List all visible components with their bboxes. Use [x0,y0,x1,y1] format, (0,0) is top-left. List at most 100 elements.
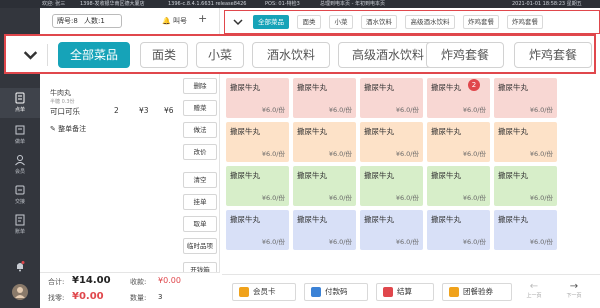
count-value: 3 [158,293,163,301]
partial-item-sub: 半糖 0.3份 [50,99,75,105]
product-name: 撒尿牛丸 [364,83,394,92]
product-price: ¥6.0/份 [395,106,419,114]
order-note[interactable]: ✎ 整单备注 [50,124,86,134]
product-price: ¥6.0/份 [261,194,285,202]
sidebar-item-label: 会员 [14,169,25,175]
avatar[interactable] [0,280,40,304]
member-card-button[interactable]: 会员卡 [232,283,296,301]
product-name: 撒尿牛丸 [364,127,394,136]
member-card-icon [239,287,249,297]
category-noodles[interactable]: 面类 [297,15,321,29]
version-text: 1396-c.8.4.1.6631 release8426 [168,1,247,7]
category-premium-drinks[interactable]: 高级酒水饮料 [405,15,455,29]
bill-icon [15,214,25,226]
add-button[interactable]: + [198,12,207,25]
product-name: 撒尿牛丸 [230,171,260,180]
status-bar: 欢迎: 张三 1398-发收银华南区德大厦店 1396-c.8.4.1.6631… [0,0,600,8]
sidebar-item-handover[interactable]: 交接 [0,180,40,210]
checkout-button[interactable]: 结算 [376,283,434,301]
product-name: 撒尿牛丸 [431,171,461,180]
product-price: ¥6.0/份 [328,106,352,114]
product-price: ¥6.0/份 [529,150,553,158]
prev-page-button[interactable]: ← 上一页 [522,281,546,305]
change-value: ¥0.00 [72,291,104,302]
sidebar-item-member[interactable]: 会员 [0,150,40,180]
sidebar-bell[interactable] [0,256,40,278]
product-tile[interactable]: 撒尿牛丸 ¥6.0/份 [226,210,289,250]
product-name: 撒尿牛丸 [297,171,327,180]
order-icon [15,92,25,104]
product-tile[interactable]: 撒尿牛丸 ¥6.0/份 [360,166,423,206]
next-page-button[interactable]: → 下一页 [562,281,586,305]
product-tile[interactable]: 撒尿牛丸 ¥6.0/份 [494,166,557,206]
product-tile[interactable]: 撒尿牛丸 ¥6.0/份 [226,78,289,118]
category-fried-chicken[interactable]: 炸鸡套餐 [463,15,499,29]
arrow-right-icon: → [569,281,579,292]
table-number: 牌号:8 [57,17,78,25]
call-number-button[interactable]: 🔔 叫号 [162,16,187,26]
order-item-name[interactable]: 可口可乐 [50,106,80,117]
sidebar-item-order[interactable]: 点单 [0,88,40,118]
product-name: 撒尿牛丸 [297,215,327,224]
welcome-text: 欢迎: 张三 [42,1,66,7]
gift-button[interactable]: 赠菜 [183,100,217,116]
product-tile[interactable]: 撒尿牛丸 ¥6.0/份 [360,122,423,162]
sidebar-item-bill[interactable]: 账单 [0,210,40,240]
hold-order-button[interactable]: 挂单 [183,194,217,210]
category-fried-chicken-big[interactable]: 炸鸡套餐 [426,42,504,68]
product-tile[interactable]: 撒尿牛丸 ¥6.0/份 [494,78,557,118]
sidebar-item-list[interactable]: 做单 [0,120,40,150]
store-text: 1398-发收银华南区德大厦店 [80,1,145,7]
product-price: ¥6.0/份 [529,238,553,246]
product-name: 撒尿牛丸 [364,171,394,180]
product-tile[interactable]: 撒尿牛丸 ¥6.0/份 [360,78,423,118]
product-name: 撒尿牛丸 [498,83,528,92]
category-all[interactable]: 全部菜品 [253,15,289,29]
clear-button[interactable]: 清空 [183,172,217,188]
category-drinks-big[interactable]: 酒水饮料 [252,42,330,68]
product-name: 撒尿牛丸 [498,171,528,180]
coupon-button[interactable]: 团餐验券 [442,283,512,301]
table-guest-field[interactable]: 牌号:8 人数:1 [52,14,122,28]
change-price-button[interactable]: 改价 [183,144,217,160]
checkout-icon [383,287,393,297]
product-tile[interactable]: 撒尿牛丸 ¥6.0/份 [427,122,490,162]
chevron-down-icon[interactable] [230,15,246,29]
product-price: ¥6.0/份 [462,150,486,158]
retrieve-order-button[interactable]: 取单 [183,216,217,232]
category-bar: 全部菜品 面类 小菜 酒水饮料 高级酒水饮料 炸鸡套餐 炸鸡套餐 [224,10,600,34]
product-tile[interactable]: 撒尿牛丸 ¥6.0/份 [427,210,490,250]
chevron-down-icon[interactable] [14,44,48,66]
category-noodles-big[interactable]: 面类 [140,42,188,68]
product-tile[interactable]: 撒尿牛丸 ¥6.0/份 [427,166,490,206]
product-tile[interactable]: 撒尿牛丸 ¥6.0/份 [494,122,557,162]
product-tile[interactable]: 撒尿牛丸 ¥6.0/份 [226,166,289,206]
handover-icon [15,185,25,195]
category-all-big[interactable]: 全部菜品 [58,42,130,68]
product-tile[interactable]: 撒尿牛丸 ¥6.0/份 [360,210,423,250]
avatar-icon [12,284,28,300]
method-button[interactable]: 做法 [183,122,217,138]
category-fried-chicken-2[interactable]: 炸鸡套餐 [507,15,543,29]
product-tile[interactable]: 撒尿牛丸 ¥6.0/份 [494,210,557,250]
product-tile[interactable]: 撒尿牛丸 ¥6.0/份 [293,78,356,118]
totals-panel: 合计: ¥14.00 收款: ¥0.00 找零: ¥0.00 数量: 3 [40,272,220,308]
category-premium-drinks-big[interactable]: 高级酒水饮料 [338,42,438,68]
product-tile[interactable]: 撒尿牛丸 ¥6.0/份 [293,166,356,206]
temp-item-button[interactable]: 临时品项 [183,238,217,254]
pay-code-button[interactable]: 付款码 [304,283,368,301]
product-tile[interactable]: 撒尿牛丸 ¥6.0/份 [226,122,289,162]
category-drinks[interactable]: 酒水饮料 [361,15,397,29]
bell-small-icon: 🔔 [162,17,171,25]
product-tile[interactable]: 撒尿牛丸 ¥6.0/份 [293,210,356,250]
product-name: 撒尿牛丸 [498,127,528,136]
category-fried-chicken-2-big[interactable]: 炸鸡套餐 [514,42,592,68]
product-price: ¥6.0/份 [462,106,486,114]
product-tile[interactable]: 撒尿牛丸 ¥6.0/份 [293,122,356,162]
product-price: ¥6.0/份 [529,194,553,202]
category-sides[interactable]: 小菜 [329,15,353,29]
category-sides-big[interactable]: 小菜 [196,42,244,68]
pos-text: POS: 01-特检3 [265,1,300,7]
product-tile[interactable]: 撒尿牛丸 ¥6.0/份 2 [427,78,490,118]
delete-button[interactable]: 删除 [183,78,217,94]
